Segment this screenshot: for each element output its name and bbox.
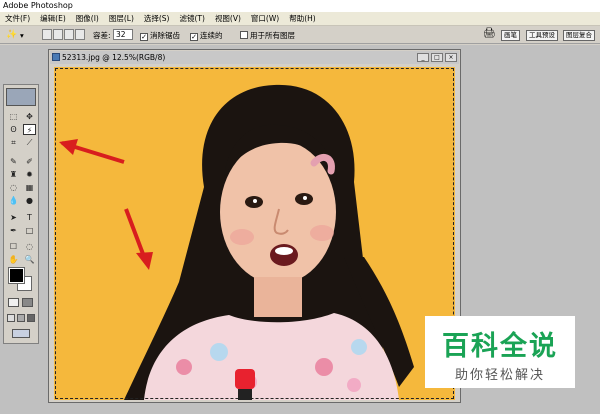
contiguous-checkbox[interactable]: ✓ 连续的 (190, 30, 223, 41)
screen-mode-full-icon[interactable] (27, 314, 35, 322)
document-title: 52313.jpg @ 12.5%(RGB/8) (62, 53, 166, 62)
tolerance-label: 容差: (93, 31, 111, 40)
minimize-icon[interactable]: _ (417, 53, 429, 62)
tab-layer-comps[interactable]: 图层复合 (563, 30, 595, 41)
jump-to-imageready-icon[interactable] (12, 329, 30, 338)
maximize-icon[interactable]: □ (431, 53, 443, 62)
clone-stamp-icon[interactable]: ♜ (7, 169, 20, 180)
menu-bar: 文件(F) 编辑(E) 图像(I) 图层(L) 选择(S) 滤镜(T) 视图(V) 窗口(W)… (0, 12, 600, 26)
crop-tool-icon[interactable]: ⌗ (7, 137, 20, 148)
move-tool-icon[interactable]: ✥ (23, 111, 36, 122)
screen-mode-icon[interactable] (7, 314, 15, 322)
blur-tool-icon[interactable]: 💧 (7, 195, 20, 206)
screen-mode-menu-icon[interactable] (17, 314, 25, 322)
app-titlebar: Adobe Photoshop (0, 0, 600, 12)
toolbox: ⬚ ✥ ʘ ⚡ ⌗ ⟋ ✎ ✐ ♜ ✹ ◌ ▦ 💧 ● ➤ T ✒ □ ☐ ◌ … (3, 84, 39, 344)
lasso-tool-icon[interactable]: ʘ (7, 124, 20, 135)
tolerance-input[interactable]: 32 (113, 29, 133, 40)
empty-checkbox-icon (240, 31, 248, 39)
all-layers-checkbox[interactable]: 用于所有图层 (240, 30, 295, 41)
menu-image[interactable]: 图像(I) (71, 12, 104, 26)
pen-tool-icon[interactable]: ✒ (7, 225, 20, 236)
add-selection-icon[interactable] (53, 29, 63, 40)
eraser-tool-icon[interactable]: ◌ (7, 182, 20, 193)
quickmask-mode-icon[interactable] (22, 298, 33, 307)
type-tool-icon[interactable]: T (23, 212, 36, 223)
subtract-selection-icon[interactable] (64, 29, 74, 40)
notes-tool-icon[interactable]: ☐ (7, 241, 20, 252)
zoom-tool-icon[interactable]: 🔍 (23, 254, 36, 265)
baike-watermark: 百科全说 助你轻松解决 (425, 316, 575, 388)
slice-tool-icon[interactable]: ⟋ (23, 137, 36, 148)
watermark-title: 百科全说 (442, 331, 558, 362)
document-window[interactable]: 52313.jpg @ 12.5%(RGB/8) _ □ × (48, 49, 461, 403)
close-icon[interactable]: × (445, 53, 457, 62)
document-icon (52, 53, 60, 61)
history-brush-icon[interactable]: ✹ (23, 169, 36, 180)
menu-file[interactable]: 文件(F) (0, 12, 35, 26)
antialias-label: 消除锯齿 (150, 31, 180, 40)
menu-select[interactable]: 选择(S) (139, 12, 175, 26)
check-icon: ✓ (140, 33, 148, 41)
file-browser-icon[interactable]: 🖨 (483, 28, 496, 39)
new-selection-icon[interactable] (42, 29, 52, 40)
check-icon: ✓ (190, 33, 198, 41)
standard-mode-icon[interactable] (8, 298, 19, 307)
magic-wand-preset-icon[interactable]: ✨ (6, 30, 17, 41)
menu-view[interactable]: 视图(V) (210, 12, 246, 26)
contiguous-label: 连续的 (200, 31, 223, 40)
watermark-subtitle: 助你轻松解决 (454, 368, 545, 383)
feather-logo-icon (6, 88, 36, 106)
all-layers-label: 用于所有图层 (250, 31, 295, 40)
image-canvas[interactable] (54, 67, 455, 400)
menu-edit[interactable]: 编辑(E) (35, 12, 71, 26)
menu-filter[interactable]: 滤镜(T) (175, 12, 210, 26)
intersect-selection-icon[interactable] (75, 29, 85, 40)
brush-tool-icon[interactable]: ✐ (23, 156, 36, 167)
foreground-color-swatch[interactable] (8, 267, 25, 284)
menu-window[interactable]: 窗口(W) (246, 12, 284, 26)
menu-layer[interactable]: 图层(L) (104, 12, 139, 26)
shape-tool-icon[interactable]: □ (23, 225, 36, 236)
healing-brush-icon[interactable]: ✎ (7, 156, 20, 167)
app-title: Adobe Photoshop (3, 1, 73, 10)
marquee-tool-icon[interactable]: ⬚ (7, 111, 20, 122)
dodge-tool-icon[interactable]: ● (23, 195, 36, 206)
preset-dropdown-icon[interactable]: ▾ (20, 30, 24, 41)
tab-tool-presets[interactable]: 工具预设 (526, 30, 558, 41)
tab-brushes[interactable]: 画笔 (501, 30, 520, 41)
magic-wand-tool-icon[interactable]: ⚡ (23, 124, 36, 135)
antialias-checkbox[interactable]: ✓ 消除锯齿 (140, 30, 180, 41)
gradient-tool-icon[interactable]: ▦ (23, 182, 36, 193)
document-titlebar[interactable]: 52313.jpg @ 12.5%(RGB/8) _ □ × (50, 51, 459, 64)
hand-tool-icon[interactable]: ✋ (7, 254, 20, 265)
eyedropper-icon[interactable]: ◌ (23, 241, 36, 252)
menu-help[interactable]: 帮助(H) (284, 12, 321, 26)
photo-girl-illustration (59, 84, 414, 400)
path-select-icon[interactable]: ➤ (7, 212, 20, 223)
